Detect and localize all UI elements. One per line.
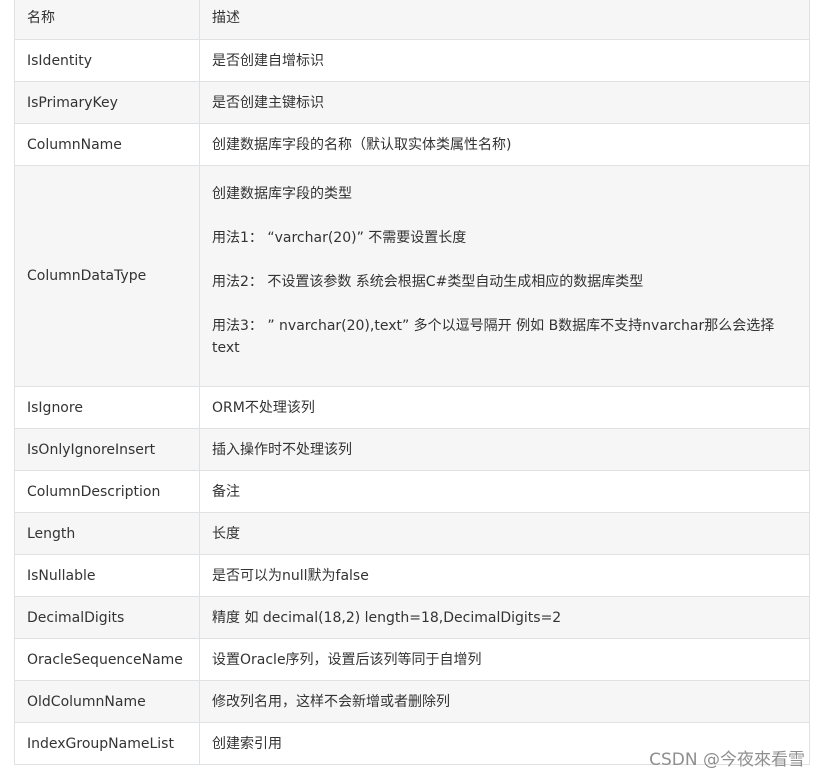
desc-paragraph: 用法3： ” nvarchar(20),text” 多个以逗号隔开 例如 B数据… <box>212 318 775 356</box>
row-name-cell: DecimalDigits <box>14 596 200 639</box>
table-row: OracleSequenceName 设置Oracle序列，设置后该列等同于自增… <box>14 638 810 681</box>
desc-paragraph: 用法1： “varchar(20)” 不需要设置长度 <box>212 230 467 246</box>
table-row: IsOnlyIgnoreInsert 插入操作时不处理该列 <box>14 428 810 471</box>
table-row: DecimalDigits 精度 如 decimal(18,2) length=… <box>14 596 810 639</box>
row-name-cell: OldColumnName <box>14 680 200 723</box>
row-name-cell: OracleSequenceName <box>14 638 200 681</box>
table-row: IsPrimaryKey 是否创建主键标识 <box>14 81 810 124</box>
row-name-cell: IndexGroupNameList <box>14 722 200 765</box>
row-name-cell: IsNullable <box>14 554 200 597</box>
row-desc-cell: 修改列名用，这样不会新增或者删除列 <box>199 680 810 723</box>
attribute-table: 名称 描述 IsIdentity 是否创建自增标识 IsPrimaryKey 是… <box>14 0 810 765</box>
header-name-cell: 名称 <box>14 0 200 40</box>
table-row: ColumnDataType 创建数据库字段的类型 用法1： “varchar(… <box>14 165 810 387</box>
row-desc-cell: 精度 如 decimal(18,2) length=18,DecimalDigi… <box>199 596 810 639</box>
row-desc-cell: 创建数据库字段的类型 用法1： “varchar(20)” 不需要设置长度 用法… <box>199 165 810 387</box>
row-name-cell: IsOnlyIgnoreInsert <box>14 428 200 471</box>
table-row: IsIgnore ORM不处理该列 <box>14 386 810 429</box>
row-name-cell: IsPrimaryKey <box>14 81 200 124</box>
row-desc-cell: 是否创建自增标识 <box>199 39 810 82</box>
desc-paragraph: 创建数据库字段的类型 <box>212 186 352 202</box>
table-row: IsNullable 是否可以为null默为false <box>14 554 810 597</box>
row-desc-cell: 备注 <box>199 470 810 513</box>
csdn-watermark: CSDN @今夜來看雪 <box>649 750 805 770</box>
table-row: IsIdentity 是否创建自增标识 <box>14 39 810 82</box>
row-name-cell: ColumnDataType <box>14 165 200 387</box>
desc-paragraph: 用法2： 不设置该参数 系统会根据C#类型自动生成相应的数据库类型 <box>212 274 644 290</box>
row-desc-cell: 是否可以为null默为false <box>199 554 810 597</box>
row-desc-cell: ORM不处理该列 <box>199 386 810 429</box>
row-desc-cell: 长度 <box>199 512 810 555</box>
row-desc-cell: 设置Oracle序列，设置后该列等同于自增列 <box>199 638 810 681</box>
table-row: OldColumnName 修改列名用，这样不会新增或者删除列 <box>14 680 810 723</box>
row-name-cell: ColumnDescription <box>14 470 200 513</box>
table-row: ColumnName 创建数据库字段的名称（默认取实体类属性名称) <box>14 123 810 166</box>
row-name-cell: ColumnName <box>14 123 200 166</box>
row-name-cell: Length <box>14 512 200 555</box>
row-name-cell: IsIdentity <box>14 39 200 82</box>
table-row: ColumnDescription 备注 <box>14 470 810 513</box>
header-desc-cell: 描述 <box>199 0 810 40</box>
row-desc-cell: 创建数据库字段的名称（默认取实体类属性名称) <box>199 123 810 166</box>
row-name-cell: IsIgnore <box>14 386 200 429</box>
table-header-row: 名称 描述 <box>14 0 810 40</box>
row-desc-cell: 插入操作时不处理该列 <box>199 428 810 471</box>
row-desc-cell: 是否创建主键标识 <box>199 81 810 124</box>
table-row: Length 长度 <box>14 512 810 555</box>
